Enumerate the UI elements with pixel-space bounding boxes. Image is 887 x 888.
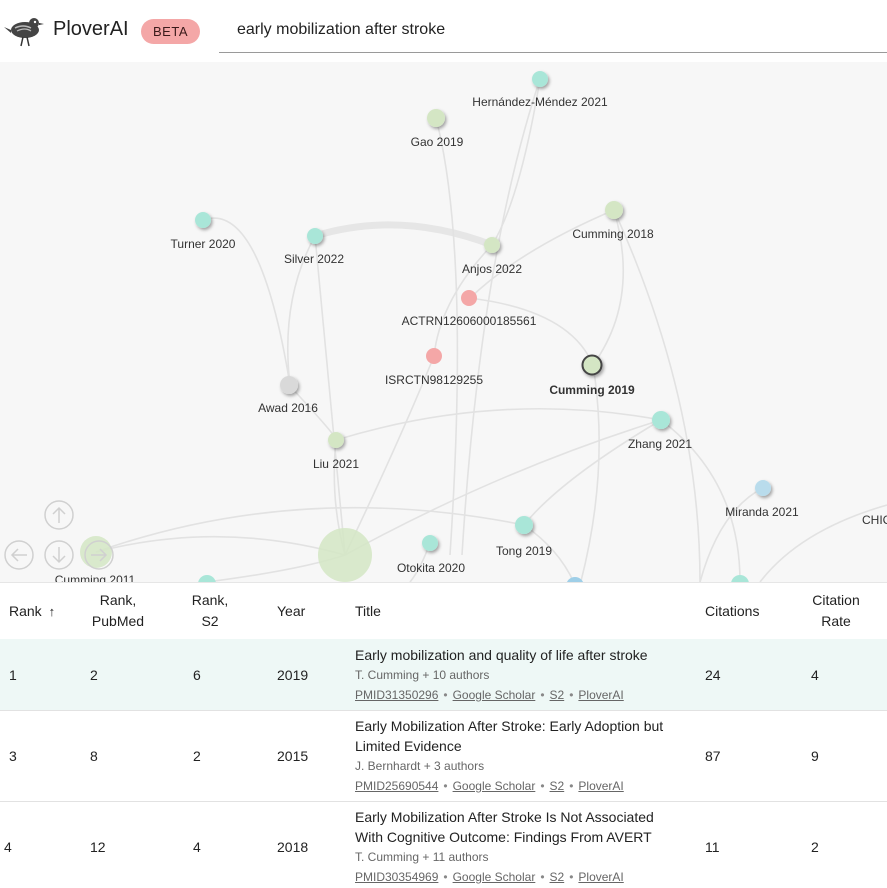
paper-links: PMID25690544 • Google Scholar • S2 • PloverAI: [355, 779, 624, 793]
citations-cell: 11: [705, 839, 720, 855]
beta-badge: BETA: [141, 19, 200, 44]
paper-authors: J. Bernhardt + 3 authors: [355, 759, 485, 773]
column-header-title[interactable]: Title: [355, 601, 381, 622]
year-cell: 2018: [277, 839, 309, 855]
ploverai-link[interactable]: PloverAI: [578, 870, 623, 884]
s2-link[interactable]: S2: [550, 779, 565, 793]
citation-graph[interactable]: Hernández-Méndez 2021 Gao 2019 Turner 20…: [0, 62, 887, 582]
graph-node[interactable]: ISRCTN98129255: [385, 348, 483, 387]
citation-rate-cell: 9: [811, 748, 819, 764]
graph-node[interactable]: Otokita 2020: [397, 535, 465, 575]
app-name: PloverAI: [53, 18, 129, 40]
citations-cell: 87: [705, 748, 721, 764]
svg-text:Otokita 2020: Otokita 2020: [397, 561, 465, 575]
graph-node[interactable]: Miranda 2021: [725, 480, 799, 519]
svg-text:Cumming 2018: Cumming 2018: [572, 227, 654, 241]
column-header-citations[interactable]: Citations: [705, 601, 759, 622]
column-header-citation-rate[interactable]: Citation Rate: [805, 590, 867, 632]
google-scholar-link[interactable]: Google Scholar: [453, 870, 536, 884]
svg-text:Hernández-Méndez 2021: Hernández-Méndez 2021: [472, 95, 608, 109]
table-row[interactable]: 3 8 2 2015 Early Mobilization After Stro…: [0, 710, 887, 802]
paper-links: PMID31350296 • Google Scholar • S2 • PloverAI: [355, 688, 624, 702]
search-input[interactable]: [235, 20, 859, 40]
graph-node[interactable]: Tong 2019: [496, 516, 552, 558]
column-header-rank-s2[interactable]: Rank, S2: [186, 590, 234, 632]
svg-text:Anjos 2022: Anjos 2022: [462, 262, 522, 276]
svg-text:ACTRN12606000185561: ACTRN12606000185561: [402, 314, 537, 328]
rank-cell: 3: [9, 748, 17, 764]
google-scholar-link[interactable]: Google Scholar: [453, 688, 536, 702]
graph-node[interactable]: CHIC: [862, 513, 887, 527]
graph-node[interactable]: Awad 2016: [258, 376, 318, 415]
graph-node[interactable]: Cumming 2018: [572, 201, 654, 241]
svg-text:Cumming 2011: Cumming 2011: [55, 573, 136, 582]
svg-text:Gao 2019: Gao 2019: [411, 135, 464, 149]
rank-s2-cell: 4: [193, 839, 201, 855]
pmid-link[interactable]: PMID31350296: [355, 688, 438, 702]
graph-node[interactable]: Anjos 2022: [462, 237, 522, 276]
search-box[interactable]: [219, 14, 887, 53]
table-row[interactable]: 1 2 6 2019 Early mobilization and qualit…: [0, 639, 887, 711]
year-cell: 2019: [277, 667, 309, 683]
graph-node-partial[interactable]: [198, 575, 216, 582]
rank-pubmed-cell: 8: [90, 748, 98, 764]
plover-logo-icon[interactable]: [3, 12, 45, 48]
ploverai-link[interactable]: PloverAI: [578, 688, 623, 702]
graph-node[interactable]: ACTRN12606000185561: [402, 290, 537, 328]
paper-title: Early mobilization and quality of life a…: [355, 647, 648, 663]
graph-canvas[interactable]: Hernández-Méndez 2021 Gao 2019 Turner 20…: [0, 62, 887, 582]
svg-text:Miranda 2021: Miranda 2021: [725, 505, 799, 519]
citation-rate-cell: 2: [811, 839, 819, 855]
pan-up-button[interactable]: [44, 500, 74, 530]
pan-down-button[interactable]: [44, 540, 74, 570]
graph-node-selected[interactable]: Cumming 2019: [549, 354, 635, 398]
ploverai-link[interactable]: PloverAI: [578, 779, 623, 793]
citation-rate-cell: 4: [811, 667, 819, 683]
column-header-rank-pubmed[interactable]: Rank, PubMed: [88, 590, 148, 632]
column-header-year[interactable]: Year: [277, 601, 305, 622]
svg-text:Silver 2022: Silver 2022: [284, 252, 344, 266]
paper-links: PMID30354969 • Google Scholar • S2 • PloverAI: [355, 870, 624, 884]
rank-pubmed-cell: 2: [90, 667, 98, 683]
svg-text:ISRCTN98129255: ISRCTN98129255: [385, 373, 483, 387]
graph-nodes[interactable]: Hernández-Méndez 2021 Gao 2019 Turner 20…: [55, 71, 887, 582]
paper-title: Early Mobilization After Stroke Is Not A…: [355, 809, 654, 845]
results-table: Rank ↑ Rank, PubMed Rank, S2 Year Title …: [0, 582, 887, 888]
pan-left-button[interactable]: [4, 540, 34, 570]
graph-node[interactable]: Hernández-Méndez 2021: [472, 71, 608, 109]
sort-arrow-icon[interactable]: ↑: [49, 604, 56, 619]
svg-text:Liu 2021: Liu 2021: [313, 457, 359, 471]
graph-node-large[interactable]: [318, 528, 372, 582]
year-cell: 2015: [277, 748, 309, 764]
svg-text:Tong 2019: Tong 2019: [496, 544, 552, 558]
paper-authors: T. Cumming + 10 authors: [355, 668, 490, 682]
svg-text:CHIC: CHIC: [862, 513, 887, 527]
table-header: Rank ↑ Rank, PubMed Rank, S2 Year Title …: [0, 583, 887, 640]
pmid-link[interactable]: PMID30354969: [355, 870, 438, 884]
paper-authors: T. Cumming + 11 authors: [355, 850, 489, 864]
graph-node[interactable]: Liu 2021: [313, 432, 359, 471]
table-row[interactable]: 4 12 4 2018 Early Mobilization After Str…: [0, 801, 887, 888]
pmid-link[interactable]: PMID25690544: [355, 779, 438, 793]
svg-text:Zhang 2021: Zhang 2021: [628, 437, 692, 451]
svg-text:Turner 2020: Turner 2020: [171, 237, 236, 251]
s2-link[interactable]: S2: [550, 870, 565, 884]
svg-text:Awad 2016: Awad 2016: [258, 401, 318, 415]
graph-node[interactable]: Turner 2020: [171, 212, 236, 251]
citations-cell: 24: [705, 667, 721, 683]
graph-node[interactable]: Gao 2019: [411, 109, 464, 149]
graph-node-partial[interactable]: [731, 575, 749, 582]
rank-pubmed-cell: 12: [90, 839, 106, 855]
app-header: PloverAI BETA: [0, 0, 887, 62]
column-header-rank[interactable]: Rank ↑: [9, 601, 55, 622]
paper-title: Early Mobilization After Stroke: Early A…: [355, 718, 664, 754]
s2-link[interactable]: S2: [550, 688, 565, 702]
google-scholar-link[interactable]: Google Scholar: [453, 779, 536, 793]
rank-cell: 4: [4, 839, 12, 855]
rank-s2-cell: 6: [193, 667, 201, 683]
rank-s2-cell: 2: [193, 748, 201, 764]
rank-cell: 1: [9, 667, 17, 683]
svg-text:Cumming 2019: Cumming 2019: [549, 383, 635, 397]
